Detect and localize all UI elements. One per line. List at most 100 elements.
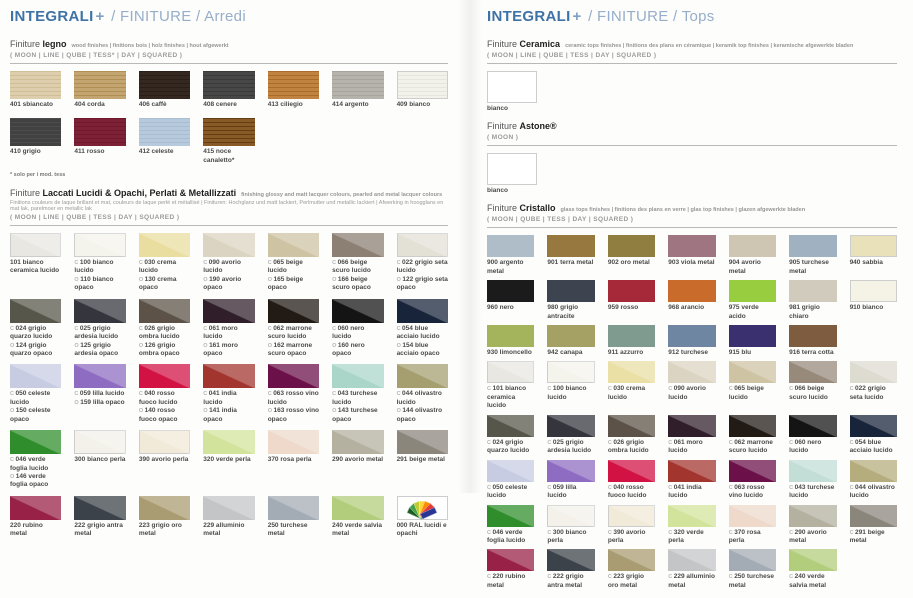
swatch-066: C066 beige scuro lucido [789, 361, 836, 410]
finish-type-letter: C [547, 530, 551, 536]
swatch-024: C024 grigio quarzo lucido [487, 415, 534, 456]
section-title: Finiture Ceramicaceramic tops finishes |… [487, 39, 897, 50]
label-text: 290 avorio metal [789, 529, 827, 544]
swatch-label: C026 grigio ombra lucido [608, 439, 655, 456]
swatch-label: C050 celeste lucido [487, 484, 534, 501]
swatch-043: C043 turchese lucidoO143 turchese opaco [332, 364, 383, 424]
color-swatch [332, 71, 383, 99]
swatch-label: C290 avorio metal [789, 529, 836, 546]
page-title: INTEGRALI+ / FINITURE / Arredi [10, 8, 448, 25]
swatch-022: C022 grigio seta lucidoO122 grigio seta … [397, 233, 448, 293]
swatch-370: C370 rosa perla [729, 505, 776, 546]
label-text: 041 india lucido [668, 484, 701, 499]
color-swatch [668, 549, 715, 571]
label-text: 000 RAL lucidi e opachi [397, 522, 447, 537]
color-swatch [729, 505, 776, 527]
swatch-label: 291 beige metal [397, 456, 448, 464]
swatch-912: 912 turchese [668, 325, 715, 357]
color-swatch [10, 364, 61, 388]
swatch-413: 413 ciliegio [268, 71, 319, 109]
swatch-968: 968 arancio [668, 280, 715, 321]
color-swatch [10, 233, 61, 257]
label-text: 916 terra cotta [789, 349, 833, 356]
color-swatch [139, 71, 190, 99]
section-header: Finiture Cristalloglass tops finishes | … [487, 203, 897, 228]
color-swatch [547, 549, 594, 571]
label-text: 090 avorio lucido [668, 385, 706, 400]
swatch-label: C100 bianco lucidoO110 bianco opaco [74, 259, 125, 293]
label-text: 066 beige scuro lucido [789, 385, 828, 400]
finish-type-letter: C [487, 440, 491, 446]
label-text: 101 bianco ceramica lucido [487, 385, 526, 409]
label-line: 223 grigio oro metal [139, 522, 190, 539]
label-text: 980 grigio antracite [547, 304, 578, 319]
label-line: C090 avorio lucido [668, 385, 715, 402]
label-text: 063 rosso vino lucido [729, 484, 765, 499]
swatch-label: 411 rosso [74, 148, 125, 156]
label-text: 043 turchese lucido [332, 390, 377, 405]
finish-type-letter: C [74, 260, 78, 266]
color-swatch [397, 299, 448, 323]
label-text: 410 grigio [10, 148, 41, 155]
color-swatch [397, 430, 448, 454]
section-title-prefix: Finiture [487, 39, 517, 49]
color-swatch [668, 460, 715, 482]
color-swatch [608, 361, 655, 383]
finish-type-letter: C [74, 391, 78, 397]
section-header: Finiture Ceramicaceramic tops finishes |… [487, 39, 897, 64]
color-swatch [850, 235, 897, 257]
divider-rule [487, 145, 897, 146]
section-title: Finiture Laccati Lucidi & Opachi, Perlat… [10, 188, 448, 199]
swatch-label: C040 rosso fuoco lucido [608, 484, 655, 501]
label-text: 911 azzurro [608, 349, 643, 356]
label-line: O141 india opaco [203, 407, 254, 424]
color-swatch [397, 364, 448, 388]
brand-plus: + [96, 8, 105, 25]
label-text: 040 rosso fuoco lucido [139, 390, 178, 405]
swatch-902: 902 oro metal [608, 235, 655, 276]
swatch-240: 240 verde salvia metal [332, 496, 383, 539]
swatch-406: 406 caffè [139, 71, 190, 109]
swatch-label: C054 blue acciaio lucidoO154 blue acciai… [397, 325, 448, 359]
label-text: 122 grigio seta opaco [397, 276, 448, 291]
swatch-grid-cristallo: 900 argento metal901 terra metal902 oro … [487, 235, 897, 590]
swatch-101: 101 bianco ceramica lucido [10, 233, 61, 293]
swatch-062: C062 marrone scuro lucidoO162 marrone sc… [268, 299, 319, 359]
color-swatch [608, 549, 655, 571]
finish-type-letter: C [547, 386, 551, 392]
swatch-040: C040 rosso fuoco lucidoO140 rosso fuoco … [139, 364, 190, 424]
finish-type-letter: C [203, 326, 207, 332]
label-line: 903 viola metal [668, 259, 715, 267]
swatch-label: C059 lilla lucido [547, 484, 594, 501]
label-line: C063 rosso vino lucido [268, 390, 319, 407]
finish-type-letter: O [74, 343, 78, 349]
swatch-label: 101 bianco ceramica lucido [10, 259, 61, 276]
swatch-label: C066 beige scuro lucidoO166 beige scuro … [332, 259, 383, 293]
swatch-label: C320 verde perla [668, 529, 715, 546]
finish-type-letter: C [74, 326, 78, 332]
label-text: 022 grigio seta lucido [397, 259, 448, 274]
label-text: 124 grigio quarzo opaco [10, 342, 52, 357]
swatch-320: 320 verde perla [203, 430, 254, 490]
color-swatch [203, 430, 254, 454]
swatch-030: C030 crema lucidoO130 crema opaco [139, 233, 190, 293]
brand-plus: + [573, 8, 582, 25]
label-line: O161 moro opaco [203, 342, 254, 359]
section-title-prefix: Finiture [487, 203, 517, 213]
swatch-915: 915 blu [729, 325, 776, 357]
color-swatch [789, 325, 836, 347]
swatch-label: 409 bianco [397, 101, 448, 109]
label-line: C291 beige metal [850, 529, 897, 546]
swatch-090: C090 avorio lucidoO190 avorio opaco [203, 233, 254, 293]
swatch-label: C062 marrone scuro lucido [729, 439, 776, 456]
label-text: 043 turchese lucido [789, 484, 834, 499]
label-text: 125 grigio ardesia opaco [74, 342, 118, 357]
swatch-975: 975 verde acido [729, 280, 776, 321]
label-text: 040 rosso fuoco lucido [608, 484, 647, 499]
label-line: 406 caffè [139, 101, 190, 109]
section-astone: Finiture Astone®( MOON )bianco [487, 121, 897, 195]
label-line: 240 verde salvia metal [332, 522, 383, 539]
label-text: 100 bianco lucido [74, 259, 113, 274]
label-line: C025 grigio ardesia lucido [74, 325, 125, 342]
swatch-label: C025 grigio ardesia lucidoO125 grigio ar… [74, 325, 125, 359]
